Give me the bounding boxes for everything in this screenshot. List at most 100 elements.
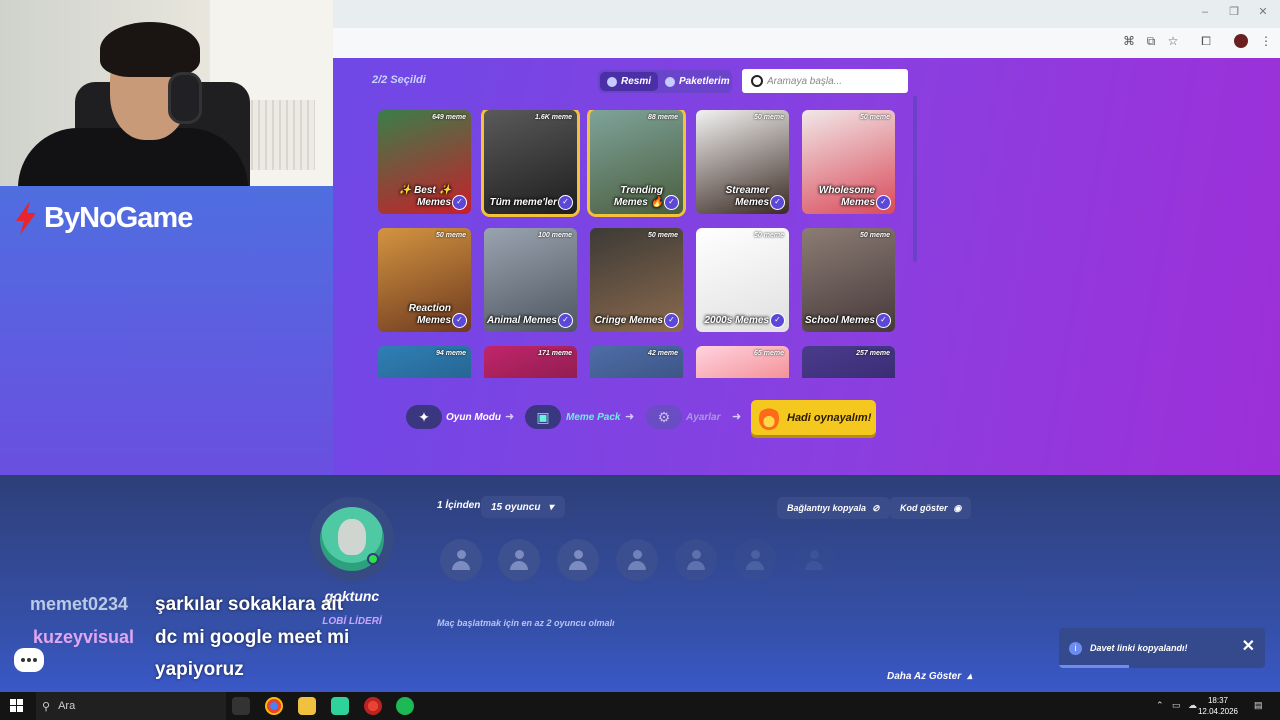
meme-pack-icon[interactable]: ▣	[525, 405, 561, 429]
meme-pack-card[interactable]: 100 meme Animal Memes ✓	[484, 228, 577, 332]
selected-count: 2/2 Seçildi	[372, 74, 426, 86]
arrow-right-icon: ➜	[505, 411, 515, 423]
pack-name: Reaction Memes	[409, 303, 451, 327]
toast-progress	[1059, 665, 1129, 668]
meme-pack-card[interactable]: 171 meme	[484, 346, 577, 378]
install-app-icon[interactable]: ⧉	[1144, 34, 1158, 48]
search-icon	[751, 75, 763, 87]
user-icon	[687, 550, 705, 570]
arrow-right-icon: ➜	[625, 411, 635, 423]
meme-pack-card[interactable]: 50 meme 2000s Memes ✓	[696, 228, 789, 332]
chrome-icon[interactable]	[265, 697, 283, 715]
spotify-icon[interactable]	[396, 697, 414, 715]
search-input[interactable]	[767, 71, 897, 91]
player-count-value: 15 oyuncu	[491, 501, 541, 513]
meme-pack-card[interactable]: 65 meme	[696, 346, 789, 378]
chevron-down-icon: ▾	[548, 501, 554, 513]
game-mode-icon[interactable]: ✦	[406, 405, 442, 429]
min-player-note: Maç başlatmak için en az 2 oyuncu olmalı	[437, 618, 615, 628]
pack-meme-count: 88 meme	[648, 114, 678, 121]
notification-icon[interactable]: ▤	[1254, 700, 1263, 711]
grid-scrollbar[interactable]	[913, 96, 917, 262]
step-meme-pack[interactable]: Meme Pack	[566, 412, 620, 423]
windows-start-icon[interactable]	[10, 699, 23, 712]
avatar-face	[338, 519, 366, 555]
clock-time: 18:37	[1207, 696, 1229, 705]
extensions-icon[interactable]: ⧠	[1199, 34, 1213, 48]
restore-icon[interactable]: ❐	[1227, 6, 1241, 18]
tab-resmi[interactable]: Resmi	[600, 72, 659, 91]
pack-meme-count: 257 meme	[856, 350, 890, 357]
chrome-profile-icon[interactable]	[364, 697, 382, 715]
taskbar-search[interactable]: ⚲ Ara	[36, 692, 226, 720]
tab-paketlerim[interactable]: Paketlerim	[658, 72, 737, 91]
user-icon	[746, 550, 764, 570]
taskbar-clock[interactable]: 18:37 12.04.2026	[1196, 695, 1240, 717]
meme-pack-card[interactable]: 88 meme Trending Memes 🔥 ✓	[590, 110, 683, 214]
logo-text: ByNoGame	[44, 201, 193, 234]
show-code-button[interactable]: Kod göster ◉	[890, 497, 972, 519]
meme-pack-card[interactable]: 50 meme Cringe Memes ✓	[590, 228, 683, 332]
meme-pack-card[interactable]: 94 meme	[378, 346, 471, 378]
pack-name: Animal Memes	[487, 315, 557, 327]
browser-toolbar	[333, 28, 1280, 58]
pack-name-line: Tüm meme'ler	[489, 197, 557, 208]
empty-player-slot	[440, 539, 482, 581]
bynogame-logo: ByNoGame	[12, 200, 193, 236]
step-ayarlar[interactable]: Ayarlar	[686, 412, 720, 423]
bynogame-logo-icon	[16, 201, 36, 235]
meme-pack-card[interactable]: 50 meme Streamer Memes ✓	[696, 110, 789, 214]
pack-name-line: Trending	[620, 185, 663, 196]
pack-meme-count: 50 meme	[860, 114, 890, 121]
pack-name-line: Cringe Memes	[594, 315, 663, 326]
lobby-leader-label: LOBİ LİDERİ	[322, 616, 382, 627]
meme-pack-card[interactable]: 50 meme Reaction Memes ✓	[378, 228, 471, 332]
network-icon[interactable]: ▭	[1172, 700, 1181, 711]
minimize-icon[interactable]: –	[1198, 6, 1212, 18]
meme-pack-card[interactable]: 42 meme	[590, 346, 683, 378]
search-box	[742, 69, 908, 93]
chat-message-continued: yapiyoruz	[155, 659, 244, 680]
play-button[interactable]: Hadi oynayalım!	[751, 400, 876, 435]
pack-name: Tüm meme'ler	[490, 197, 557, 209]
meme-pack-card[interactable]: 649 meme ✨ Best ✨ Memes ✓	[378, 110, 471, 214]
close-icon[interactable]: ✕	[1242, 636, 1255, 656]
file-explorer-icon[interactable]	[298, 697, 316, 715]
pack-name-line: ✨ Best ✨	[398, 185, 451, 196]
meme-pack-card[interactable]: 50 meme School Memes ✓	[802, 228, 895, 332]
headset-icon	[168, 72, 202, 124]
bookmark-star-icon[interactable]: ☆	[1166, 34, 1180, 48]
empty-player-slot	[734, 539, 776, 581]
profile-avatar[interactable]	[1234, 34, 1248, 48]
chat-username: memet0234	[30, 594, 129, 614]
play-button-label: Hadi oynayalım!	[787, 411, 872, 424]
pack-meme-count: 50 meme	[860, 232, 890, 239]
verified-badge-icon: ✓	[876, 195, 891, 210]
settings-gear-icon[interactable]: ⚙	[646, 405, 682, 429]
pack-name-line: Reaction	[408, 303, 451, 314]
app-icon[interactable]	[331, 697, 349, 715]
step-oyun-modu[interactable]: Oyun Modu	[446, 412, 501, 423]
browser-menu-icon[interactable]: ⋮	[1259, 34, 1273, 48]
player-count-select[interactable]: 15 oyuncu ▾	[481, 496, 565, 518]
pack-name: Cringe Memes	[595, 315, 663, 327]
translate-icon[interactable]: ⌘	[1122, 34, 1136, 48]
official-icon	[607, 76, 617, 87]
pack-name: School Memes	[805, 315, 875, 327]
pack-meme-count: 42 meme	[648, 350, 678, 357]
pack-name: Trending Memes 🔥	[614, 185, 663, 209]
chat-message: şarkılar sokaklara ait	[155, 594, 344, 615]
meme-pack-card[interactable]: 50 meme Wholesome Memes ✓	[802, 110, 895, 214]
info-icon: i	[1069, 641, 1082, 655]
meme-pack-card[interactable]: 1.6K meme Tüm meme'ler ✓	[484, 110, 577, 214]
task-view-icon[interactable]	[232, 697, 250, 715]
pack-meme-count: 50 meme	[436, 232, 466, 239]
tray-chevron-up-icon[interactable]: ⌃	[1156, 700, 1164, 711]
player-count-label: 1 İçinden	[437, 500, 481, 511]
search-icon: ⚲	[42, 700, 51, 713]
meme-pack-card[interactable]: 257 meme	[802, 346, 895, 378]
close-window-icon[interactable]: ✕	[1256, 6, 1270, 18]
empty-player-slot	[793, 539, 835, 581]
copy-link-button[interactable]: Bağlantıyı kopyala ⊘	[777, 497, 890, 519]
show-less-button[interactable]: Daha Az Göster ▴	[887, 671, 972, 682]
